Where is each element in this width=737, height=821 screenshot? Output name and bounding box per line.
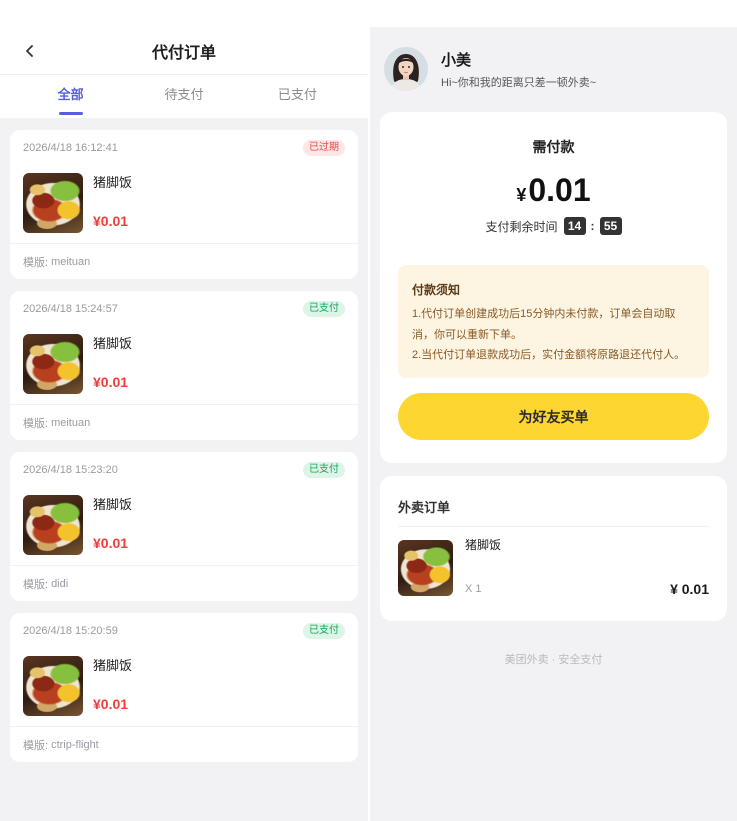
secure-payment-footer: 美团外卖 · 安全支付 bbox=[504, 654, 603, 666]
order-list: 2026/4/18 16:12:41 已过期 猪脚饭 ¥0.01 模版: mei… bbox=[0, 118, 368, 762]
amount-value: 0.01 bbox=[528, 172, 591, 208]
order-header: 2026/4/18 16:12:41 已过期 bbox=[10, 130, 358, 166]
order-header: 2026/4/18 15:20:59 已支付 bbox=[10, 613, 358, 649]
order-list-panel: 代付订单 全部 待支付 已支付 2026/4/18 16:12:41 已过期 猪… bbox=[0, 27, 368, 821]
order-info: 猪脚饭 ¥0.01 bbox=[93, 495, 132, 553]
user-greeting: Hi~你和我的距离只差一顿外卖~ bbox=[441, 77, 597, 89]
status-badge: 已过期 bbox=[303, 140, 345, 156]
order-template: 模版: meituan bbox=[10, 243, 358, 279]
order-time: 2026/4/18 15:23:20 bbox=[23, 464, 118, 476]
order-info: 猪脚饭 ¥0.01 bbox=[93, 173, 132, 231]
food-image bbox=[23, 495, 83, 555]
title-bar: 代付订单 bbox=[0, 27, 368, 75]
order-template: 模版: meituan bbox=[10, 404, 358, 440]
tab-all[interactable]: 全部 bbox=[14, 75, 127, 117]
order-header: 2026/4/18 15:24:57 已支付 bbox=[10, 291, 358, 327]
page-title: 代付订单 bbox=[151, 44, 216, 62]
chevron-left-icon bbox=[26, 45, 33, 57]
avatar-image bbox=[384, 47, 428, 91]
food-image bbox=[23, 173, 83, 233]
countdown-label: 支付剩余时间 bbox=[485, 219, 558, 234]
order-card[interactable]: 2026/4/18 15:24:57 已支付 猪脚饭 ¥0.01 模版: mei… bbox=[10, 291, 358, 440]
payment-notice: 付款须知 1.代付订单创建成功后15分钟内未付款，订单会自动取消，你可以重新下单… bbox=[398, 265, 709, 378]
dish-name: 猪脚饭 bbox=[93, 175, 133, 190]
item-quantity: X 1 bbox=[465, 583, 482, 595]
status-badge: 已支付 bbox=[303, 623, 345, 639]
order-info: 猪脚饭 ¥0.01 bbox=[93, 334, 132, 392]
user-name: 小美 bbox=[441, 52, 472, 69]
template-label: 模版: bbox=[23, 578, 49, 591]
dish-name: 猪脚饭 bbox=[93, 658, 133, 673]
order-info: 猪脚饭 ¥0.01 bbox=[93, 656, 132, 714]
notice-line: 2.当代付订单退款成功后，实付金额将原路退还代付人。 bbox=[412, 349, 686, 361]
order-tabs: 全部 待支付 已支付 bbox=[0, 75, 368, 117]
tab-paid[interactable]: 已支付 bbox=[241, 75, 354, 117]
food-image bbox=[398, 540, 453, 596]
order-price: ¥0.01 bbox=[93, 213, 129, 229]
item-price: ¥ 0.01 bbox=[670, 581, 709, 597]
dish-name: 猪脚饭 bbox=[93, 336, 133, 351]
order-card[interactable]: 2026/4/18 15:23:20 已支付 猪脚饭 ¥0.01 模版: did… bbox=[10, 452, 358, 601]
dish-name: 猪脚饭 bbox=[465, 538, 502, 552]
template-value: meituan bbox=[51, 255, 91, 268]
order-body: 猪脚饭 ¥0.01 bbox=[10, 166, 358, 243]
payment-title: 需付款 bbox=[532, 139, 575, 155]
page-header: 代付订单 全部 待支付 已支付 bbox=[0, 27, 368, 118]
currency-symbol: ¥ bbox=[516, 185, 527, 205]
order-header: 2026/4/18 15:23:20 已支付 bbox=[10, 452, 358, 488]
order-body: 猪脚饭 ¥0.01 bbox=[10, 488, 358, 565]
order-price: ¥0.01 bbox=[93, 535, 129, 551]
payment-countdown: 支付剩余时间 14 : 55 bbox=[398, 216, 709, 236]
countdown-seconds: 55 bbox=[599, 217, 622, 235]
countdown-separator: : bbox=[590, 219, 595, 233]
avatar bbox=[384, 47, 428, 91]
takeout-item: 猪脚饭 X 1 ¥ 0.01 bbox=[398, 538, 709, 597]
template-label: 模版: bbox=[23, 739, 49, 752]
pay-for-friend-button[interactable]: 为好友买单 bbox=[398, 393, 709, 440]
order-time: 2026/4/18 16:12:41 bbox=[23, 142, 118, 154]
countdown-minutes: 14 bbox=[563, 217, 586, 235]
order-body: 猪脚饭 ¥0.01 bbox=[10, 649, 358, 726]
order-template: 模版: didi bbox=[10, 565, 358, 601]
tab-pending[interactable]: 待支付 bbox=[127, 75, 240, 117]
back-button[interactable] bbox=[22, 43, 38, 59]
food-image bbox=[23, 334, 83, 394]
order-time: 2026/4/18 15:20:59 bbox=[23, 625, 118, 637]
template-value: meituan bbox=[51, 416, 91, 429]
template-value: didi bbox=[51, 577, 69, 590]
payment-card: 需付款 ¥ 0.01 支付剩余时间 14 : 55 付款须知 1.代付订单创建成… bbox=[380, 112, 727, 463]
notice-line: 1.代付订单创建成功后15分钟内未付款，订单会自动取消，你可以重新下单。 bbox=[412, 308, 676, 341]
order-card[interactable]: 2026/4/18 16:12:41 已过期 猪脚饭 ¥0.01 模版: mei… bbox=[10, 130, 358, 279]
order-time: 2026/4/18 15:24:57 bbox=[23, 303, 118, 315]
status-badge: 已支付 bbox=[303, 462, 345, 478]
order-price: ¥0.01 bbox=[93, 374, 129, 390]
payment-panel: 小美 Hi~你和我的距离只差一顿外卖~ 需付款 ¥ 0.01 支付剩余时间 14… bbox=[370, 27, 737, 821]
user-profile: 小美 Hi~你和我的距离只差一顿外卖~ bbox=[384, 47, 724, 91]
order-price: ¥0.01 bbox=[93, 696, 129, 712]
payment-amount: ¥ 0.01 bbox=[398, 170, 709, 210]
order-card[interactable]: 2026/4/18 15:20:59 已支付 猪脚饭 ¥0.01 模版: ctr… bbox=[10, 613, 358, 762]
order-body: 猪脚饭 ¥0.01 bbox=[10, 327, 358, 404]
template-value: ctrip-flight bbox=[51, 738, 99, 751]
notice-title: 付款须知 bbox=[412, 283, 461, 297]
status-badge: 已支付 bbox=[303, 301, 345, 317]
template-label: 模版: bbox=[23, 256, 49, 269]
notice-body: 1.代付订单创建成功后15分钟内未付款，订单会自动取消，你可以重新下单。 2.当… bbox=[412, 304, 693, 366]
template-label: 模版: bbox=[23, 417, 49, 430]
takeout-order-card: 外卖订单 猪脚饭 X 1 ¥ 0.01 bbox=[380, 476, 727, 621]
food-image bbox=[23, 656, 83, 716]
takeout-title: 外卖订单 bbox=[398, 476, 709, 527]
dish-name: 猪脚饭 bbox=[93, 497, 133, 512]
order-template: 模版: ctrip-flight bbox=[10, 726, 358, 762]
